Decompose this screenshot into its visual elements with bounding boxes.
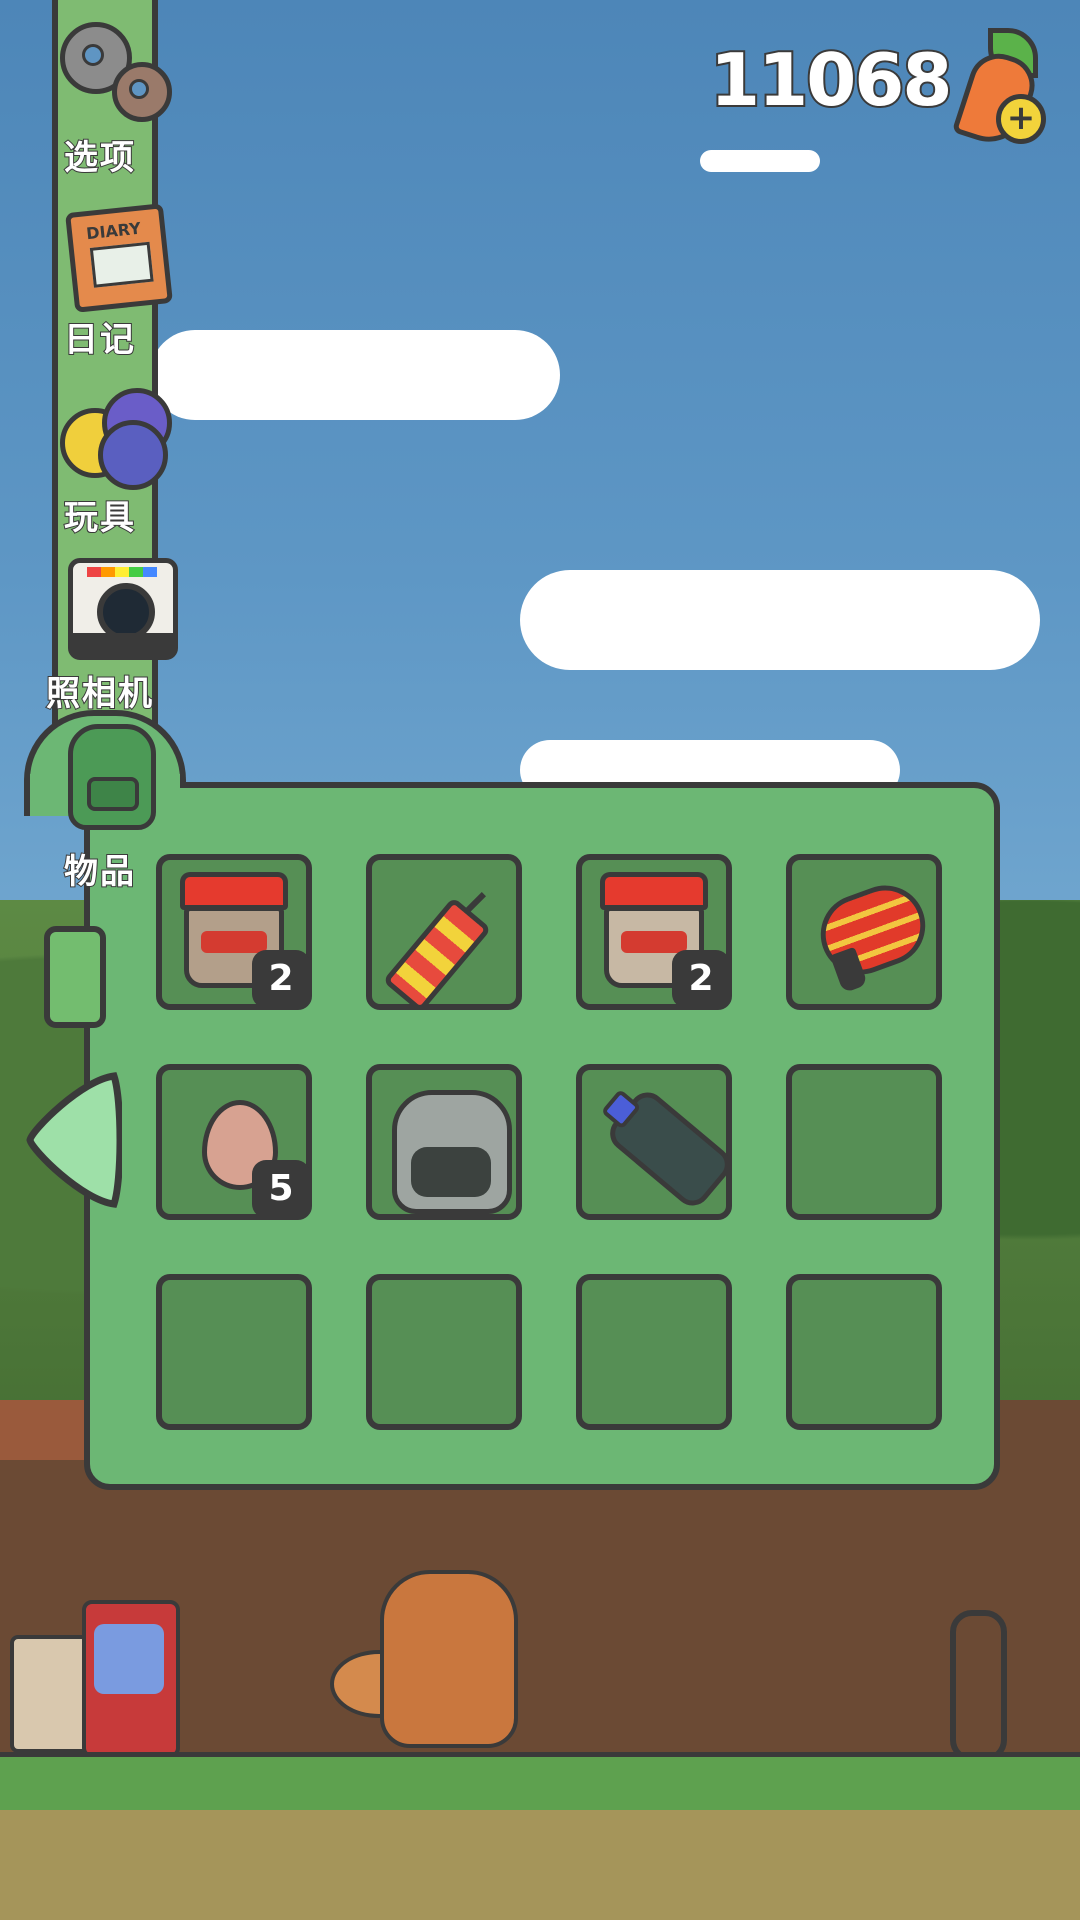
backpack-pocket <box>87 777 139 811</box>
sidebar-item-options[interactable]: 选项 <box>20 18 180 179</box>
diary-cover-text: DIARY <box>85 218 142 244</box>
inventory-slot-empty[interactable] <box>786 1274 942 1430</box>
jar-lid <box>180 872 288 910</box>
inventory-slot[interactable] <box>786 854 942 1010</box>
paper-lantern-icon <box>809 874 937 986</box>
jar-label <box>621 931 687 953</box>
inventory-slot[interactable]: 2 <box>576 854 732 1010</box>
toy-balls-icon <box>40 380 172 490</box>
sidebar-item-camera[interactable]: 照相机 <box>20 548 180 718</box>
gear-hole <box>129 79 149 99</box>
sidebar-label-diary: 日记 <box>63 319 136 361</box>
inventory-slot-empty[interactable] <box>366 1274 522 1430</box>
trash-bag-icon <box>392 1090 512 1214</box>
item-count-badge: 5 <box>252 1160 310 1218</box>
inventory-slot[interactable] <box>366 854 522 1014</box>
cloud <box>520 570 1040 670</box>
firework-rocket-icon <box>382 896 492 1014</box>
gear-hole <box>82 44 104 66</box>
ball-blue <box>98 420 168 490</box>
sidebar-item-items[interactable]: 物品 <box>20 718 180 893</box>
side-pull-tab[interactable] <box>44 926 106 1028</box>
collapse-arrow-shape <box>26 1072 122 1208</box>
inventory-slot[interactable] <box>576 1064 738 1220</box>
camera-stripe <box>87 567 157 577</box>
sidebar-item-diary[interactable]: DIARY 日记 <box>20 198 180 361</box>
jar-label <box>201 931 267 953</box>
trash-bag-shadow <box>411 1147 491 1197</box>
jar-lid <box>600 872 708 910</box>
bicycle <box>950 1610 1007 1762</box>
sidebar-label-toys: 玩具 <box>63 497 136 539</box>
item-count-badge: 2 <box>672 950 730 1008</box>
sidebar-item-toys[interactable]: 玩具 <box>20 380 180 540</box>
backpack-body <box>68 724 156 830</box>
sidebar-label-camera: 照相机 <box>45 673 154 715</box>
camera-icon <box>40 548 178 660</box>
carrot-plus-icon[interactable]: + <box>951 28 1046 152</box>
inventory-slot[interactable] <box>366 1064 522 1220</box>
inventory-slot-empty[interactable] <box>576 1274 732 1430</box>
diary-cover: DIARY <box>65 203 173 313</box>
ground-grass <box>0 1752 1080 1815</box>
inventory-slot-empty[interactable] <box>156 1274 312 1430</box>
gacha-glass <box>94 1624 164 1694</box>
camera-base <box>73 633 173 655</box>
backpack-icon <box>38 718 158 830</box>
inventory-slot-empty[interactable] <box>786 1064 942 1220</box>
item-count-badge: 2 <box>252 950 310 1008</box>
plus-icon: + <box>996 94 1046 144</box>
camera-body <box>68 558 178 660</box>
inventory-slot[interactable]: 5 <box>156 1064 312 1220</box>
gacha-machine[interactable] <box>82 1600 180 1758</box>
cloud <box>150 330 560 420</box>
carrot-count: 11068 <box>708 36 955 124</box>
gear-icon <box>40 18 172 128</box>
sidebar-label-items: 物品 <box>63 851 136 893</box>
bottle-cap <box>600 1088 642 1130</box>
sidebar-label-options: 选项 <box>63 137 136 179</box>
ground-dirt <box>0 1810 1080 1920</box>
collapse-arrow-icon[interactable] <box>22 1070 122 1210</box>
cloud <box>700 150 820 172</box>
diary-icon: DIARY <box>40 198 173 313</box>
inventory-panel: 2 2 5 <box>84 782 1000 1490</box>
plastic-bottle-icon <box>600 1085 738 1213</box>
fox-shopkeeper[interactable] <box>380 1570 518 1748</box>
diary-picture <box>89 241 154 288</box>
